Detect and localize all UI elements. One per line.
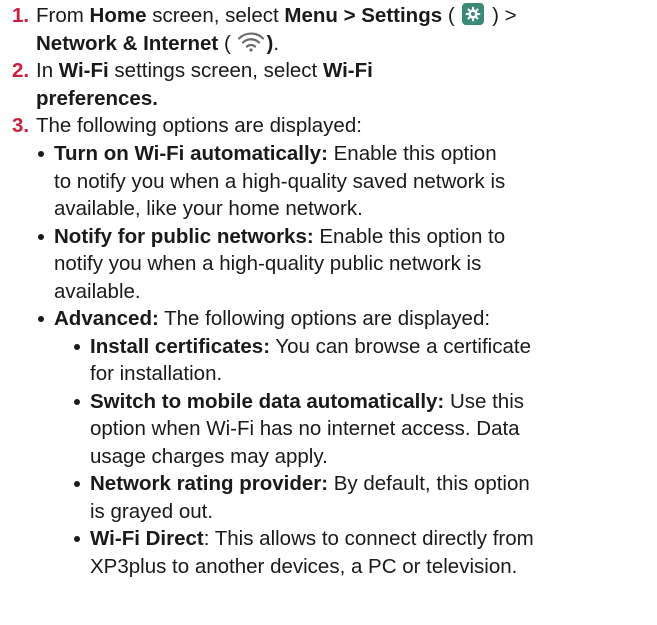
list-item: Wi-Fi Direct: This allows to connect dir… bbox=[72, 525, 652, 580]
options-list: Turn on Wi-Fi automatically: Enable this… bbox=[36, 140, 652, 580]
advanced-options-list: Install certificates: You can browse a c… bbox=[54, 333, 652, 581]
list-item: Switch to mobile data automatically: Use… bbox=[72, 388, 652, 471]
option-label: Wi-Fi Direct bbox=[90, 527, 204, 550]
list-item: Notify for public networks: Enable this … bbox=[36, 223, 652, 306]
step-number: 1. bbox=[12, 4, 30, 27]
step-text: In Wi-Fi settings screen, select Wi-Fi p… bbox=[36, 59, 373, 110]
bold-term: Menu > Settings bbox=[284, 4, 443, 27]
bold-term: preferences. bbox=[36, 86, 158, 110]
bold-term: Wi-Fi bbox=[322, 59, 373, 82]
option-label: Install certificates: bbox=[90, 334, 271, 358]
step-number: 3. bbox=[12, 114, 30, 137]
step-1: 1. From Home screen, select Menu > Setti… bbox=[12, 2, 652, 59]
step-text: The following options are displayed: bbox=[36, 114, 362, 137]
list-item: Turn on Wi-Fi automatically: Enable this… bbox=[36, 140, 652, 223]
option-label: Advanced: bbox=[54, 307, 159, 330]
option-label: Switch to mobile data automatically: bbox=[90, 389, 445, 413]
bold-term: Home bbox=[89, 4, 147, 27]
list-item: Advanced: The following options are disp… bbox=[36, 305, 652, 580]
option-label: Network rating provider: bbox=[90, 472, 329, 495]
step-number: 2. bbox=[12, 59, 30, 82]
step-2: 2. In Wi-Fi settings screen, select Wi-F… bbox=[12, 57, 652, 112]
option-label: Notify for public networks: bbox=[54, 224, 314, 248]
step-3: 3. The following options are displayed: bbox=[12, 112, 652, 140]
wifi-icon bbox=[238, 31, 265, 60]
list-item: Network rating provider: By default, thi… bbox=[72, 470, 652, 525]
bold-term: Wi-Fi bbox=[58, 59, 109, 82]
instructions-document: 1. From Home screen, select Menu > Setti… bbox=[0, 0, 657, 625]
option-label: Turn on Wi-Fi automatically: bbox=[54, 142, 328, 165]
step-text: From Home screen, select Menu > Settings… bbox=[36, 2, 652, 59]
settings-gear-icon bbox=[462, 3, 485, 25]
list-item: Install certificates: You can browse a c… bbox=[72, 333, 652, 388]
bold-term: Network & Internet bbox=[36, 31, 219, 55]
